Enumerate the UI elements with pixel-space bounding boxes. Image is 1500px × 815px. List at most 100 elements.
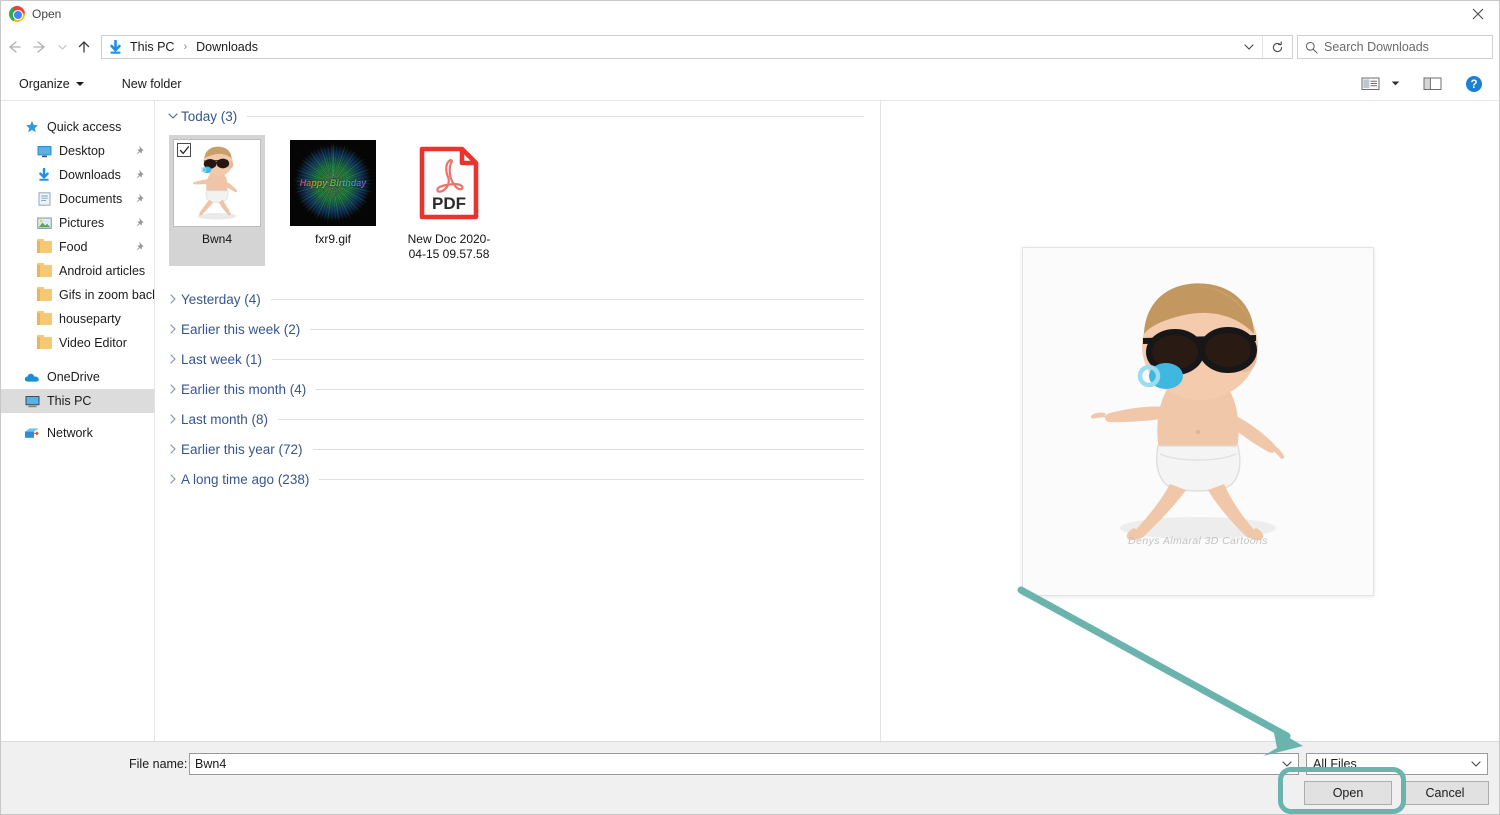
sidebar-item-label: Desktop	[59, 144, 105, 158]
onedrive-cloud-icon	[23, 369, 41, 385]
sidebar-item-network[interactable]: Network	[1, 421, 154, 445]
this-pc-icon	[23, 393, 41, 409]
sidebar-item-this-pc[interactable]: This PC	[1, 389, 154, 413]
sidebar-item-video-editor[interactable]: Video Editor	[1, 331, 154, 355]
svg-text:PDF: PDF	[432, 194, 466, 213]
folder-icon	[35, 335, 53, 351]
group-label: Yesterday (4)	[181, 291, 261, 307]
group-rule	[270, 298, 864, 300]
file-thumbnail: PDF	[405, 139, 493, 227]
refresh-icon[interactable]	[1262, 36, 1292, 58]
chevron-down-icon[interactable]	[165, 112, 181, 120]
sidebar-item-android-articles[interactable]: Android articles	[1, 259, 154, 283]
svg-text:?: ?	[1470, 79, 1477, 91]
sidebar-item-gifs-in-zoom-backgrounds[interactable]: Gifs in zoom backgr	[1, 283, 154, 307]
up-arrow-icon[interactable]	[71, 32, 97, 62]
file-item-bwn4[interactable]: Bwn4	[169, 135, 265, 266]
navigation-pane: Quick access Desktop Downloads Documents…	[1, 101, 155, 741]
group-header-a-long-time-ago[interactable]: A long time ago (238)	[155, 464, 880, 494]
organize-button[interactable]: Organize	[11, 73, 92, 95]
back-arrow-icon[interactable]	[1, 32, 27, 62]
cancel-button[interactable]: Cancel	[1401, 781, 1489, 805]
recent-locations-icon[interactable]	[53, 32, 71, 62]
chevron-down-icon[interactable]	[1276, 754, 1298, 774]
baby-3d-preview-image	[1048, 271, 1348, 572]
forward-arrow-icon[interactable]	[27, 32, 53, 62]
file-name-label: Bwn4	[201, 232, 233, 246]
preview-image-card: Denys Almaral 3D Cartoons	[1022, 247, 1374, 596]
group-header-last-week[interactable]: Last week (1)	[155, 344, 880, 374]
group-header-earlier-this-week[interactable]: Earlier this week (2)	[155, 314, 880, 344]
pin-icon	[136, 241, 146, 253]
chevron-down-icon[interactable]	[1465, 754, 1487, 774]
address-bar[interactable]: This PC › Downloads	[101, 35, 1293, 59]
sidebar-item-label: Quick access	[47, 120, 122, 134]
group-rule	[247, 115, 864, 117]
file-type-filter-select[interactable]: All Files	[1306, 753, 1488, 775]
chevron-right-icon[interactable]	[165, 354, 181, 364]
group-header-today[interactable]: Today (3)	[155, 101, 880, 131]
sidebar-item-label: Downloads	[59, 168, 121, 182]
chevron-right-icon[interactable]	[165, 384, 181, 394]
sidebar-item-quick-access[interactable]: Quick access	[1, 115, 154, 139]
file-checkbox[interactable]	[177, 143, 191, 157]
chevron-right-icon[interactable]	[165, 414, 181, 424]
group-label: Earlier this week (2)	[181, 321, 301, 337]
file-item-fxr9-gif[interactable]: Happy Birthday fxr9.gif	[285, 135, 381, 266]
new-folder-button[interactable]: New folder	[114, 73, 190, 95]
gif-fireworks-thumbnail-image: Happy Birthday	[290, 140, 376, 226]
command-bar-right: ?	[1355, 71, 1499, 97]
close-icon[interactable]	[1455, 1, 1499, 27]
file-type-filter-value: All Files	[1313, 757, 1357, 771]
breadcrumb-downloads[interactable]: Downloads	[194, 40, 260, 54]
chevron-right-icon[interactable]	[165, 324, 181, 334]
search-input[interactable]: Search Downloads	[1297, 35, 1493, 59]
file-name-label: New Doc 2020-04-15 09.57.58	[407, 232, 491, 261]
chevron-right-icon[interactable]	[165, 444, 181, 454]
group-label: A long time ago (238)	[181, 471, 310, 487]
file-name-value: Bwn4	[195, 757, 227, 771]
pin-icon	[136, 217, 146, 229]
change-view-icon[interactable]	[1355, 71, 1385, 97]
group-header-earlier-this-month[interactable]: Earlier this month (4)	[155, 374, 880, 404]
folder-icon	[35, 239, 53, 255]
window-title: Open	[32, 7, 62, 21]
view-dropdown-chevron-down-icon[interactable]	[1387, 71, 1403, 97]
file-list[interactable]: Today (3) Bwn4 Happy Birthday fxr9.gif P…	[155, 101, 881, 741]
sidebar-item-houseparty[interactable]: houseparty	[1, 307, 154, 331]
folder-icon	[35, 263, 53, 279]
breadcrumb-separator-icon: ›	[183, 41, 188, 53]
group-rule	[316, 388, 864, 390]
title-bar: Open	[1, 1, 1499, 27]
group-header-yesterday[interactable]: Yesterday (4)	[155, 284, 880, 314]
sidebar-item-label: Food	[59, 240, 88, 254]
sidebar-item-onedrive[interactable]: OneDrive	[1, 365, 154, 389]
file-name-label: File name:	[129, 757, 188, 771]
group-rule	[319, 478, 864, 480]
desktop-icon	[35, 143, 53, 159]
file-item-new-doc-pdf[interactable]: PDF New Doc 2020-04-15 09.57.58	[401, 135, 497, 266]
preview-pane-icon[interactable]	[1417, 71, 1447, 97]
chevron-down-icon[interactable]	[1236, 36, 1262, 58]
sidebar-item-food[interactable]: Food	[1, 235, 154, 259]
sidebar-item-downloads[interactable]: Downloads	[1, 163, 154, 187]
collapsed-groups: Yesterday (4) Earlier this week (2) Last…	[155, 284, 880, 494]
group-label: Today (3)	[181, 108, 238, 124]
help-icon[interactable]: ?	[1459, 71, 1489, 97]
open-button[interactable]: Open	[1304, 781, 1392, 805]
sidebar-item-label: This PC	[47, 394, 92, 408]
sidebar-item-label: Video Editor	[59, 336, 127, 350]
file-name-input[interactable]: Bwn4	[189, 753, 1299, 775]
group-header-earlier-this-year[interactable]: Earlier this year (72)	[155, 434, 880, 464]
sidebar-item-pictures[interactable]: Pictures	[1, 211, 154, 235]
chevron-right-icon[interactable]	[165, 294, 181, 304]
chevron-down-icon	[75, 82, 84, 87]
organize-label: Organize	[19, 76, 70, 91]
breadcrumb-this-pc[interactable]: This PC	[128, 40, 176, 54]
group-label: Last week (1)	[181, 351, 263, 367]
group-header-last-month[interactable]: Last month (8)	[155, 404, 880, 434]
sidebar-item-label: Documents	[59, 192, 123, 206]
sidebar-item-documents[interactable]: Documents	[1, 187, 154, 211]
sidebar-item-desktop[interactable]: Desktop	[1, 139, 154, 163]
chevron-right-icon[interactable]	[165, 474, 181, 484]
